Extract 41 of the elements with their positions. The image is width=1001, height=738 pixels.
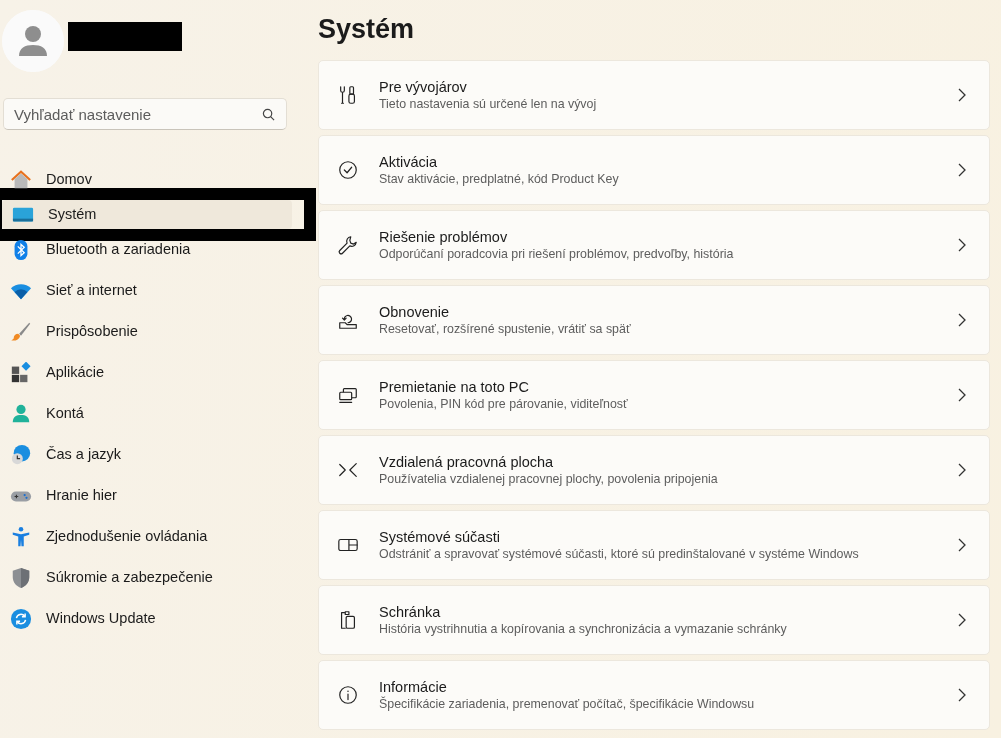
setting-title: Premietanie na toto PC (379, 378, 530, 396)
sidebar-item[interactable]: Sieť a internet (0, 270, 288, 311)
setting-title: Obnovenie (379, 303, 451, 321)
setting-description: Resetovať, rozšírené spustenie, vrátiť sa späť (379, 321, 631, 337)
page-title: Systém (318, 13, 416, 46)
setting-description: Odstrániť a spravovať systémové súčasti, ktoré sú predinštalované v systéme Windows (379, 546, 859, 562)
settings-card[interactable]: Pre vývojárov Tieto nastavenia sú určené len na vývoj (318, 60, 990, 130)
setting-title: Riešenie problémov (379, 228, 509, 246)
settings-card[interactable]: Schránka História vystrihnutia a kopírovania a synchronizácia a vymazanie schránky (318, 585, 990, 655)
setting-title: Informácie (379, 678, 448, 696)
setting-title: Systémové súčasti (379, 528, 501, 546)
sidebar-item[interactable]: Domov (0, 159, 288, 200)
setting-title: Vzdialená pracovná plocha (379, 453, 555, 471)
sidebar-item[interactable]: Systém (2, 200, 292, 229)
setting-title: Schránka (379, 603, 442, 621)
sidebar-item[interactable]: Zjednodušenie ovládania (0, 516, 288, 557)
setting-description: Špecifikácie zariadenia, premenovať počítač, špecifikácie Windowsu (379, 696, 755, 712)
settings-card[interactable]: Informácie Špecifikácie zariadenia, premenovať počítač, špecifikácie Windowsu (318, 660, 990, 730)
setting-description: Stav aktivácie, predplatné, kód Product Key (379, 171, 619, 187)
setting-description: História vystrihnutia a kopírovania a synchronizácia a vymazanie schránky (379, 621, 787, 637)
settings-card[interactable]: Aktivácia Stav aktivácie, predplatné, kód Product Key (318, 135, 990, 205)
sidebar-item[interactable]: Kontá (0, 393, 288, 434)
sidebar-item[interactable]: Windows Update (0, 598, 288, 639)
search-field[interactable]: Vyhľadať nastavenie (3, 98, 287, 130)
settings-card[interactable]: Obnovenie Resetovať, rozšírené spustenie, vrátiť sa späť (318, 285, 990, 355)
sidebar-item[interactable]: Prispôsobenie (0, 311, 288, 352)
setting-description: Povolenia, PIN kód pre párovanie, viditeľnosť (379, 396, 628, 412)
sidebar-item[interactable]: Súkromie a zabezpečenie (0, 557, 288, 598)
setting-description: Používatelia vzdialenej pracovnej plochy, povolenia pripojenia (379, 471, 718, 487)
settings-card[interactable]: Systémové súčasti Odstrániť a spravovať systémové súčasti, ktoré sú predinštalované v systéme Windows (318, 510, 990, 580)
settings-card[interactable]: Riešenie problémov Odporúčaní poradcovia pri riešení problémov, predvoľby, história (318, 210, 990, 280)
setting-title: Pre vývojárov (379, 78, 468, 96)
sidebar-item[interactable]: Aplikácie (0, 352, 288, 393)
sidebar-item[interactable]: Hranie hier (0, 475, 288, 516)
settings-card[interactable]: Premietanie na toto PC Povolenia, PIN kód pre párovanie, viditeľnosť (318, 360, 990, 430)
setting-title: Aktivácia (379, 153, 439, 171)
settings-card[interactable]: Vzdialená pracovná plocha Používatelia vzdialenej pracovnej plochy, povolenia pripojenia (318, 435, 990, 505)
setting-description: Tieto nastavenia sú určené len na vývoj (379, 96, 597, 112)
sidebar-item[interactable]: Čas a jazyk (0, 434, 288, 475)
setting-description: Odporúčaní poradcovia pri riešení problémov, predvoľby, história (379, 246, 734, 262)
sidebar-item[interactable]: Bluetooth a zariadenia (0, 229, 288, 270)
